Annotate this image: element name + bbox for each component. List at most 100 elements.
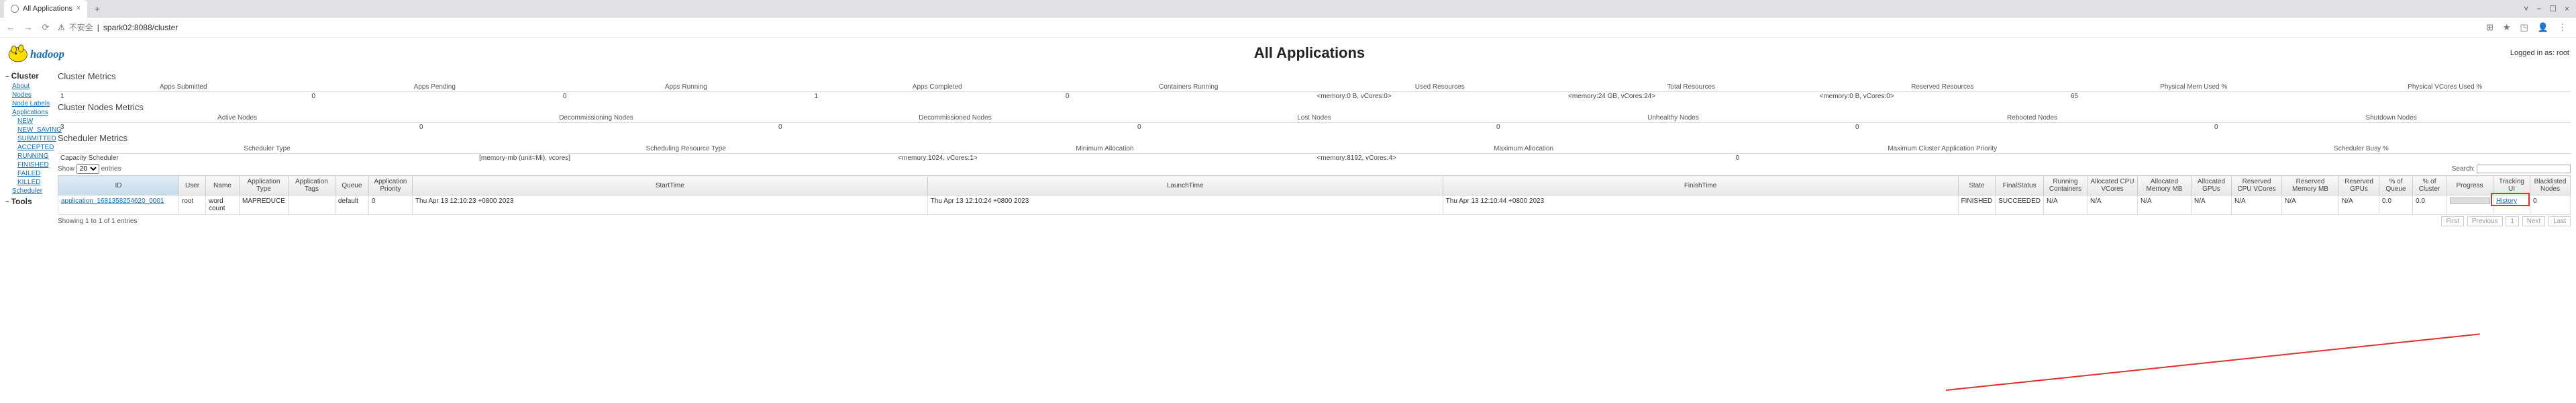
col-name[interactable]: Name <box>206 176 240 195</box>
col-type[interactable]: Application Type <box>240 176 289 195</box>
col-rcpu[interactable]: Reserved CPU VCores <box>2232 176 2282 195</box>
sidebar-link-killed[interactable]: KILLED <box>5 178 54 187</box>
sidebar-link-about[interactable]: About <box>5 82 54 91</box>
col-tracking[interactable]: Tracking UI <box>2493 176 2530 195</box>
col-state[interactable]: State <box>1958 176 1996 195</box>
cm-h-apps-submitted: Apps Submitted <box>58 83 309 92</box>
col-finish[interactable]: FinishTime <box>1443 176 1958 195</box>
nm-v-3: 0 <box>1135 123 1494 132</box>
new-tab-button[interactable]: + <box>90 1 105 16</box>
main-content: Cluster Metrics Apps Submitted Apps Pend… <box>58 70 2571 225</box>
page-next[interactable]: Next <box>2522 216 2546 226</box>
cm-h-mem-pct: Physical Mem Used % <box>2068 83 2320 92</box>
col-mem[interactable]: Allocated Memory MB <box>2138 176 2192 195</box>
sm-h-3: Maximum Allocation <box>1314 144 1733 154</box>
sm-h-4: Maximum Cluster Application Priority <box>1733 144 2152 154</box>
page-prev[interactable]: Previous <box>2467 216 2503 226</box>
show-label: Show <box>58 165 74 173</box>
nodes-metrics-title: Cluster Nodes Metrics <box>58 102 2571 112</box>
cell-start: Thu Apr 13 12:10:23 +0800 2023 <box>412 195 927 215</box>
col-blacklist[interactable]: Blacklisted Nodes <box>2530 176 2571 195</box>
col-launch[interactable]: LaunchTime <box>927 176 1443 195</box>
col-running[interactable]: Running Containers <box>2044 176 2088 195</box>
col-queue[interactable]: Queue <box>335 176 368 195</box>
browser-tab-strip: All Applications × + ˅ − ☐ × <box>0 0 2576 17</box>
sidebar-link-new-saving[interactable]: NEW_SAVING <box>5 126 54 134</box>
page-size-select[interactable]: 20 <box>76 164 99 174</box>
cell-user: root <box>179 195 206 215</box>
sidebar-link-node-labels[interactable]: Node Labels <box>5 99 54 108</box>
col-id[interactable]: ID <box>58 176 179 195</box>
browser-tab[interactable]: All Applications × <box>4 0 87 17</box>
page-first[interactable]: First <box>2441 216 2463 226</box>
window-max-icon[interactable]: ☐ <box>2549 4 2557 13</box>
cm-h-used: Used Resources <box>1315 83 1566 92</box>
back-button[interactable]: ← <box>5 22 16 32</box>
reload-button[interactable]: ⟳ <box>40 22 51 33</box>
sidebar-link-nodes[interactable]: Nodes <box>5 91 54 99</box>
col-priority[interactable]: Application Priority <box>368 176 412 195</box>
col-pctq[interactable]: % of Queue <box>2379 176 2413 195</box>
sidebar-heading-cluster[interactable]: Cluster <box>5 71 54 81</box>
cm-h-apps-running: Apps Running <box>560 83 812 92</box>
app-id-link[interactable]: application_1681358254620_0001 <box>61 197 164 205</box>
hadoop-logo: hadoop <box>7 40 109 66</box>
cluster-metrics-table: Apps Submitted Apps Pending Apps Running… <box>58 83 2571 101</box>
sm-h-2: Minimum Allocation <box>895 144 1314 154</box>
col-rgpu[interactable]: Reserved GPUs <box>2339 176 2379 195</box>
forward-button[interactable]: → <box>23 22 34 32</box>
page-1[interactable]: 1 <box>2506 216 2519 226</box>
sidebar: Cluster About Nodes Node Labels Applicat… <box>5 70 54 208</box>
sched-metrics-title: Scheduler Metrics <box>58 133 2571 143</box>
sidebar-link-finished[interactable]: FINISHED <box>5 161 54 169</box>
sidebar-heading-tools[interactable]: Tools <box>5 197 54 206</box>
sidebar-link-scheduler[interactable]: Scheduler <box>5 187 54 195</box>
col-cpu[interactable]: Allocated CPU VCores <box>2088 176 2138 195</box>
col-pctc[interactable]: % of Cluster <box>2413 176 2446 195</box>
col-gpu[interactable]: Allocated GPUs <box>2192 176 2232 195</box>
url-field[interactable]: ⚠ 不安全 | spark02:8088/cluster <box>58 21 178 33</box>
sidebar-link-submitted[interactable]: SUBMITTED <box>5 134 54 143</box>
cm-h-total: Total Resources <box>1565 83 1817 92</box>
cm-v-5: <memory:0 B, vCores:0> <box>1315 92 1566 101</box>
nm-v-1: 0 <box>417 123 776 132</box>
app-icon[interactable]: ◳ <box>2520 22 2528 33</box>
entries-label: entries <box>101 165 121 173</box>
col-user[interactable]: User <box>179 176 206 195</box>
address-bar: ← → ⟳ ⚠ 不安全 | spark02:8088/cluster ⊞ ★ ◳… <box>0 17 2576 38</box>
extension-icon[interactable]: ⊞ <box>2486 22 2493 33</box>
sm-min: <memory:1024, vCores:1> <box>895 154 1314 163</box>
window-close-icon[interactable]: × <box>2565 4 2569 13</box>
sidebar-link-failed[interactable]: FAILED <box>5 169 54 178</box>
sidebar-link-new[interactable]: NEW <box>5 117 54 126</box>
page-last[interactable]: Last <box>2548 216 2571 226</box>
cm-v-2: 0 <box>560 92 812 101</box>
sidebar-link-accepted[interactable]: ACCEPTED <box>5 143 54 152</box>
cm-v-4: 0 <box>1063 92 1315 101</box>
cell-tags <box>288 195 335 215</box>
col-final[interactable]: FinalStatus <box>1996 176 2044 195</box>
col-start[interactable]: StartTime <box>412 176 927 195</box>
bookmark-icon[interactable]: ★ <box>2503 22 2511 33</box>
search-input[interactable] <box>2477 165 2571 173</box>
tab-favicon-icon <box>11 5 19 13</box>
profile-icon[interactable]: 👤 <box>2538 22 2548 33</box>
sidebar-link-applications[interactable]: Applications <box>5 108 54 117</box>
col-progress[interactable]: Progress <box>2446 176 2493 195</box>
col-rmem[interactable]: Reserved Memory MB <box>2282 176 2339 195</box>
cell-mem: N/A <box>2138 195 2192 215</box>
cell-blacklist: 0 <box>2530 195 2571 215</box>
tracking-ui-link[interactable]: History <box>2496 197 2517 205</box>
col-tags[interactable]: Application Tags <box>288 176 335 195</box>
cell-rgpu: N/A <box>2339 195 2379 215</box>
sm-h-0: Scheduler Type <box>58 144 476 154</box>
tab-close-icon[interactable]: × <box>76 5 81 12</box>
sidebar-link-running[interactable]: RUNNING <box>5 152 54 161</box>
menu-icon[interactable]: ⋮ <box>2558 22 2567 33</box>
nm-h-3: Lost Nodes <box>1135 114 1494 123</box>
cell-cpu: N/A <box>2088 195 2138 215</box>
cell-priority: 0 <box>368 195 412 215</box>
window-down-icon[interactable]: ˅ <box>2524 4 2528 13</box>
window-min-icon[interactable]: − <box>2536 4 2541 13</box>
page-title: All Applications <box>109 44 2510 62</box>
